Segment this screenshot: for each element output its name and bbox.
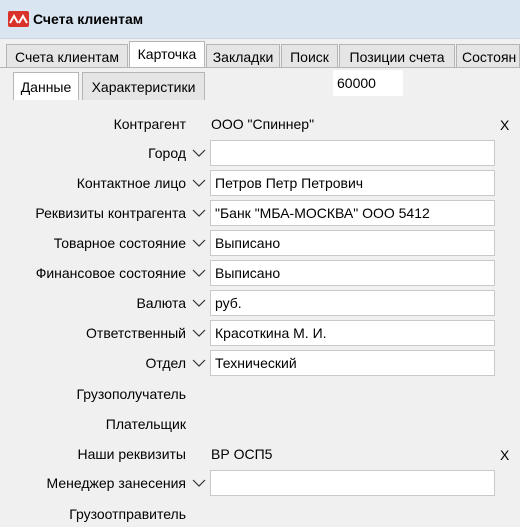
chevron-down-icon[interactable] bbox=[191, 236, 207, 250]
finans-field[interactable]: Выписано bbox=[210, 260, 495, 286]
label-kontakt: Контактное лицо bbox=[76, 175, 186, 191]
window-title: Счета клиентам bbox=[33, 11, 144, 27]
tab-scheta-klientam[interactable]: Счета клиентам bbox=[6, 44, 128, 68]
clear-nashi-rekvizity-button[interactable]: X bbox=[500, 441, 509, 467]
chevron-down-icon[interactable] bbox=[191, 326, 207, 340]
record-id-field: 60000 bbox=[333, 70, 403, 96]
label-rekvizity: Реквизиты контрагента bbox=[35, 205, 186, 221]
label-platelshchik: Плательщик bbox=[105, 416, 186, 432]
gorod-field[interactable] bbox=[210, 140, 495, 166]
tab-pozicii-scheta[interactable]: Позиции счета bbox=[339, 44, 455, 68]
label-gruzopoluchatel: Грузополучатель bbox=[76, 386, 186, 402]
row-tovar: Товарное состояние Выписано bbox=[0, 230, 520, 256]
subtab-dannye[interactable]: Данные bbox=[13, 72, 79, 100]
chevron-down-icon[interactable] bbox=[191, 476, 207, 490]
label-menedzher: Менеджер занесения bbox=[46, 475, 186, 491]
clear-kontragent-button[interactable]: X bbox=[500, 111, 509, 137]
row-gorod: Город bbox=[0, 140, 520, 166]
value-nashi-rekvizity[interactable]: ВР ОСП5 bbox=[211, 441, 272, 467]
label-valuta: Валюта bbox=[136, 295, 186, 311]
row-menedzher: Менеджер занесения bbox=[0, 470, 520, 496]
kontakt-field[interactable]: Петров Петр Петрович bbox=[210, 170, 495, 196]
chevron-down-icon[interactable] bbox=[191, 206, 207, 220]
otvetstv-field[interactable]: Красоткина М. И. bbox=[210, 320, 495, 346]
tab-sostoyanie[interactable]: Состоян bbox=[456, 44, 520, 68]
app-logo-icon bbox=[8, 11, 29, 27]
otdel-field[interactable]: Технический bbox=[210, 350, 495, 376]
tab-kartochka[interactable]: Карточка bbox=[129, 41, 205, 68]
row-otvetstv: Ответственный Красоткина М. И. bbox=[0, 320, 520, 346]
chevron-down-icon[interactable] bbox=[191, 356, 207, 370]
chevron-down-icon[interactable] bbox=[191, 146, 207, 160]
row-kontakt: Контактное лицо Петров Петр Петрович bbox=[0, 170, 520, 196]
chevron-down-icon[interactable] bbox=[191, 296, 207, 310]
row-rekvizity: Реквизиты контрагента "Банк "МБА-МОСКВА"… bbox=[0, 200, 520, 226]
row-platelshchik: Плательщик bbox=[0, 411, 520, 437]
label-tovar: Товарное состояние bbox=[53, 235, 186, 251]
row-gruzopoluchatel: Грузополучатель bbox=[0, 381, 520, 407]
row-valuta: Валюта руб. bbox=[0, 290, 520, 316]
label-otdel: Отдел bbox=[145, 355, 187, 371]
value-kontragent[interactable]: ООО "Спиннер" bbox=[211, 111, 314, 137]
label-otvetstv: Ответственный bbox=[86, 325, 186, 341]
row-kontragent: Контрагент ООО "Спиннер" X bbox=[0, 111, 520, 137]
label-nashi-rekvizity: Наши реквизиты bbox=[77, 446, 186, 462]
menedzher-field[interactable] bbox=[210, 470, 495, 496]
rekvizity-field[interactable]: "Банк "МБА-МОСКВА" ООО 5412 bbox=[210, 200, 495, 226]
title-bar: Счета клиентам bbox=[0, 0, 520, 39]
tabs-divider bbox=[0, 67, 520, 68]
chevron-down-icon[interactable] bbox=[191, 266, 207, 280]
row-otdel: Отдел Технический bbox=[0, 350, 520, 376]
chevron-down-icon[interactable] bbox=[191, 176, 207, 190]
label-gruzootpravitel: Грузоотправитель bbox=[69, 506, 186, 522]
label-gorod: Город bbox=[148, 145, 186, 161]
label-finans: Финансовое состояние bbox=[35, 265, 186, 281]
row-finans: Финансовое состояние Выписано bbox=[0, 260, 520, 286]
tab-poisk[interactable]: Поиск bbox=[281, 44, 338, 68]
label-kontragent: Контрагент bbox=[113, 116, 186, 132]
row-nashi-rekvizity: Наши реквизиты ВР ОСП5 X bbox=[0, 441, 520, 467]
tovar-field[interactable]: Выписано bbox=[210, 230, 495, 256]
row-gruzootpravitel: Грузоотправитель bbox=[0, 501, 520, 527]
valuta-field[interactable]: руб. bbox=[210, 290, 495, 316]
tab-zakladki[interactable]: Закладки bbox=[206, 44, 280, 68]
subtab-harakteristiki[interactable]: Характеристики bbox=[82, 72, 205, 100]
